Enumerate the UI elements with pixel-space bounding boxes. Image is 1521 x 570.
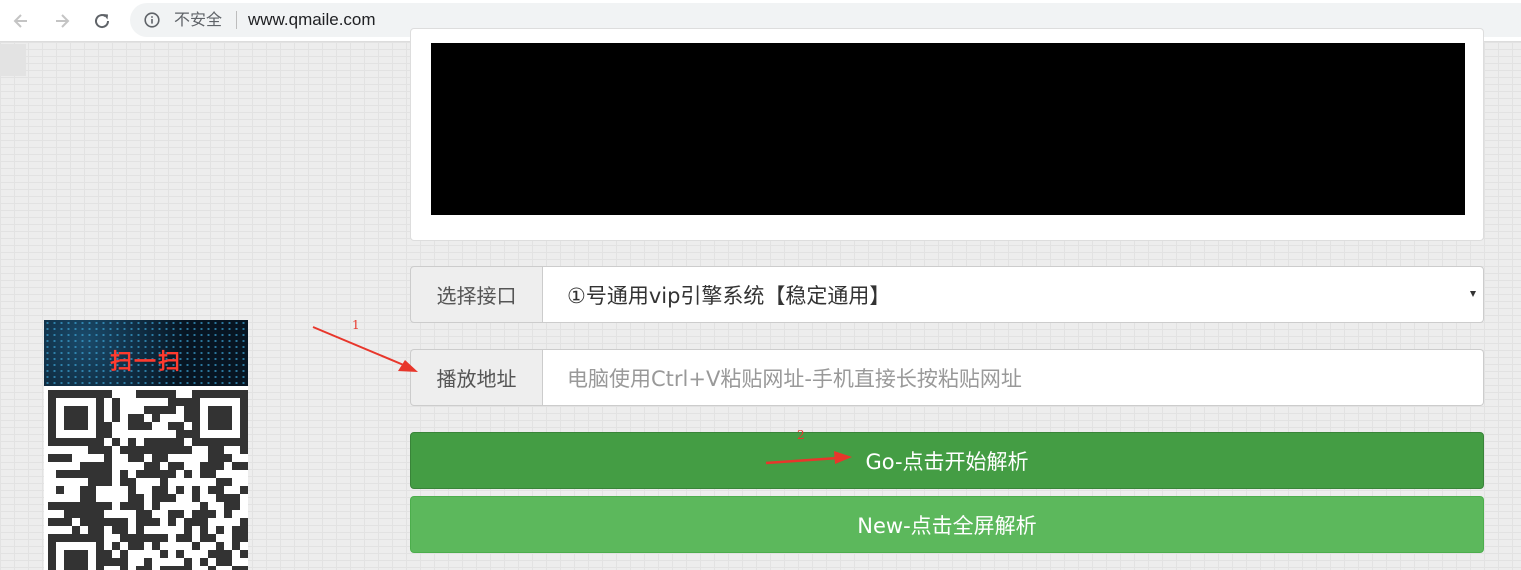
qr-code-card: 扫一扫	[44, 320, 248, 570]
interface-select-group: 选择接口 ①号通用vip引擎系统【稳定通用】	[410, 266, 1484, 323]
interface-label: 选择接口	[410, 266, 543, 323]
address-label: 播放地址	[410, 349, 543, 406]
go-parse-button[interactable]: Go-点击开始解析	[410, 432, 1484, 489]
info-icon[interactable]	[144, 12, 160, 28]
qr-code-image	[44, 386, 248, 570]
reload-icon	[95, 14, 110, 29]
back-arrow-icon	[13, 14, 27, 28]
interface-selected-value: ①号通用vip引擎系统【稳定通用】	[567, 283, 891, 308]
go-parse-label: Go-点击开始解析	[865, 449, 1029, 474]
annotation-marker-1: 1	[352, 318, 360, 332]
security-status-label[interactable]: 不安全	[174, 11, 222, 29]
interface-select[interactable]: ①号通用vip引擎系统【稳定通用】	[543, 266, 1484, 323]
address-input[interactable]: 电脑使用Ctrl+V粘贴网址-手机直接长按粘贴网址	[543, 349, 1484, 406]
address-input-group: 播放地址 电脑使用Ctrl+V粘贴网址-手机直接长按粘贴网址	[410, 349, 1484, 406]
annotation-marker-2: 2	[797, 428, 805, 442]
fullscreen-parse-button[interactable]: New-点击全屏解析	[410, 496, 1484, 553]
forward-arrow-icon	[56, 14, 70, 28]
forward-button[interactable]	[49, 8, 75, 34]
url-text[interactable]: www.qmaile.com	[248, 10, 376, 30]
qr-title: 扫一扫	[109, 350, 182, 375]
annotation-arrow-1	[312, 326, 418, 372]
chevron-down-icon	[1470, 291, 1476, 297]
video-player[interactable]	[431, 43, 1465, 215]
player-panel	[410, 28, 1484, 241]
reload-button[interactable]	[89, 8, 115, 34]
page-corner-block	[0, 44, 26, 76]
address-separator	[236, 11, 237, 29]
back-button[interactable]	[8, 8, 34, 34]
qr-header: 扫一扫	[44, 320, 248, 386]
fullscreen-parse-label: New-点击全屏解析	[857, 513, 1037, 538]
address-placeholder: 电脑使用Ctrl+V粘贴网址-手机直接长按粘贴网址	[567, 366, 1022, 391]
